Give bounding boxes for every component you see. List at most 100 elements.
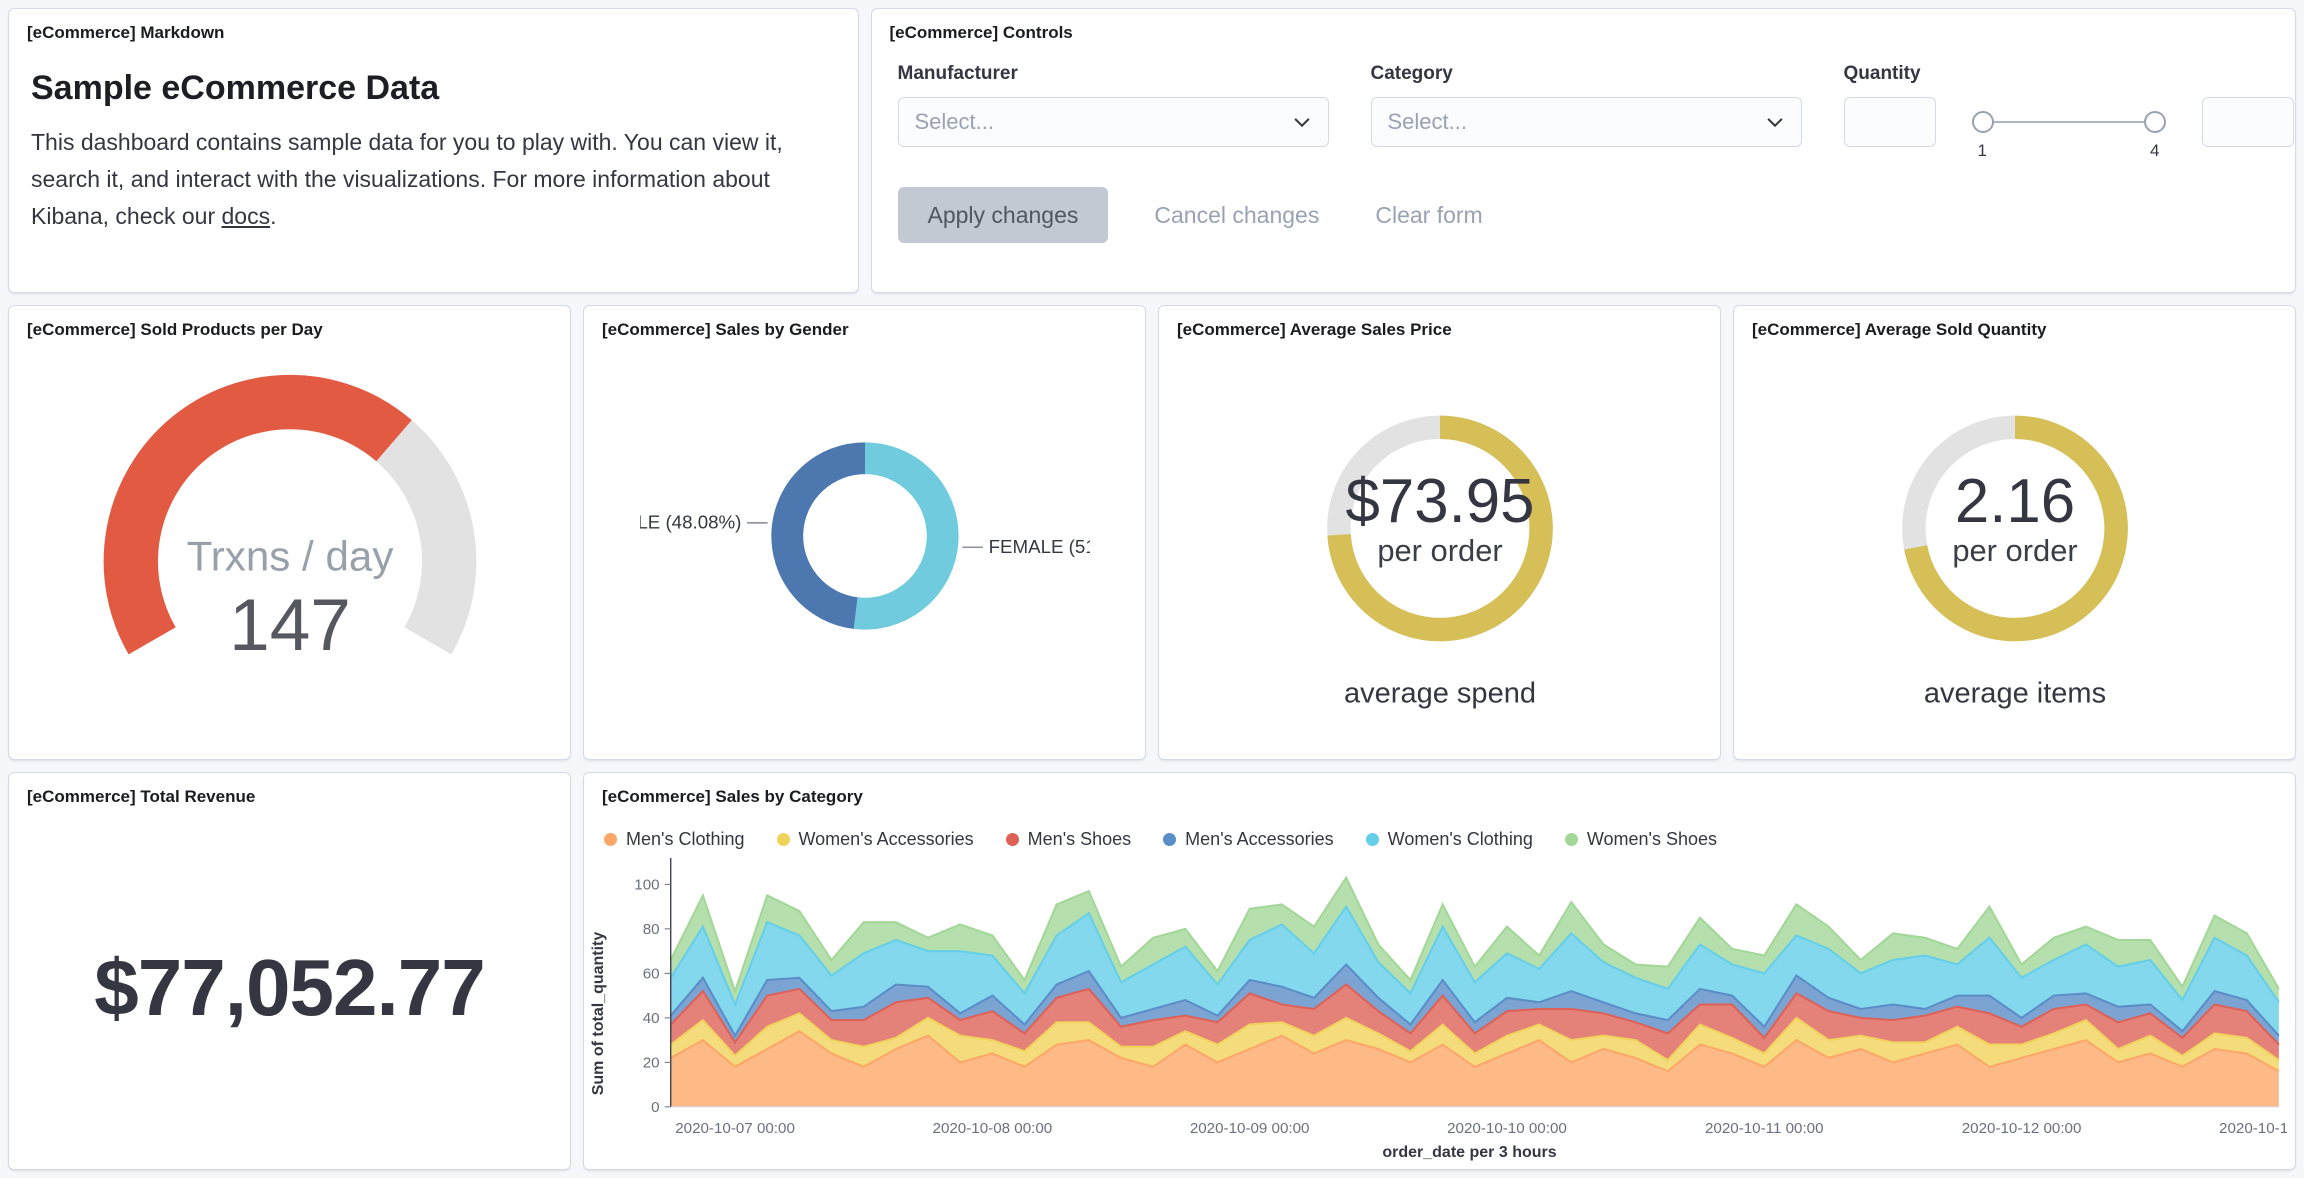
svg-text:20: 20 <box>643 1055 660 1072</box>
y-axis-title: Sum of total_quantity <box>590 932 607 1096</box>
docs-link[interactable]: docs <box>222 203 271 229</box>
legend-item[interactable]: Men's Accessories <box>1163 829 1334 850</box>
legend-item[interactable]: Women's Shoes <box>1564 829 1718 850</box>
svg-text:2020-10-10 00:00: 2020-10-10 00:00 <box>1447 1121 1567 1138</box>
chart-row: Sum of total_quantity 0 20 40 60 80 100 2020-1… <box>584 854 2295 1143</box>
chart-box: $73.95 per order average spend <box>1159 340 1720 759</box>
quantity-min-value: 1 <box>1977 141 1987 161</box>
svg-text:2020-10-09 00:00: 2020-10-09 00:00 <box>1190 1121 1310 1138</box>
goal-chart[interactable]: 2.16per order average items <box>1790 344 2240 756</box>
category-control: Category Select... <box>1370 63 1802 161</box>
svg-text:2020-10-08 00:00: 2020-10-08 00:00 <box>933 1121 1053 1138</box>
category-label: Category <box>1370 63 1453 85</box>
quantity-slider-handle-min[interactable] <box>1971 111 1994 134</box>
markdown-body: Sample eCommerce Data This dashboard con… <box>9 43 858 235</box>
legend-label: Men's Clothing <box>626 829 745 850</box>
quantity-max-value: 4 <box>2150 141 2160 161</box>
panel-sold-products-per-day: [eCommerce] Sold Products per Day Trxns … <box>8 305 571 760</box>
slider-track <box>1977 121 2160 124</box>
quantity-range-slider[interactable]: 1 4 <box>1971 97 2166 161</box>
legend-item[interactable]: Women's Accessories <box>776 829 974 850</box>
chevron-down-icon <box>1766 118 1783 128</box>
legend-label: Women's Shoes <box>1586 829 1718 850</box>
legend-dot-icon <box>1005 833 1019 847</box>
controls-row: Manufacturer Select... Category Select..… <box>897 63 2294 161</box>
svg-text:0: 0 <box>651 1099 659 1116</box>
manufacturer-label: Manufacturer <box>897 63 1018 85</box>
panel-markdown: [eCommerce] Markdown Sample eCommerce Da… <box>8 8 859 293</box>
chart-box: 2.16 per order average items <box>1734 340 2295 759</box>
svg-text:average spend: average spend <box>1344 677 1536 709</box>
kibana-dashboard: [eCommerce] Markdown Sample eCommerce Da… <box>0 0 2304 1178</box>
quantity-min-input[interactable] <box>1843 97 1936 148</box>
panel-controls: [eCommerce] Controls Manufacturer Select… <box>870 8 2296 293</box>
legend-item[interactable]: Women's Clothing <box>1365 829 1533 850</box>
markdown-text-end: . <box>270 203 277 230</box>
clear-form-button[interactable]: Clear form <box>1375 202 1482 229</box>
panel-title: [eCommerce] Total Revenue <box>27 787 256 806</box>
svg-text:$73.95: $73.95 <box>1345 467 1534 536</box>
total-revenue-value: $77,052.77 <box>94 943 485 1033</box>
svg-text:Trxns / day: Trxns / day <box>186 532 393 579</box>
controls-body: Manufacturer Select... Category Select..… <box>872 43 2296 244</box>
panel-title: [eCommerce] Markdown <box>27 23 225 42</box>
legend-dot-icon <box>1163 833 1177 847</box>
panel-title: [eCommerce] Average Sales Price <box>1177 320 1452 339</box>
svg-text:2020-10-11 00:00: 2020-10-11 00:00 <box>1705 1121 1824 1138</box>
svg-text:per order: per order <box>1377 533 1502 568</box>
quantity-row: 1 4 <box>1843 97 2294 161</box>
area-chart[interactable]: 0 20 40 60 80 100 2020-10-07 00:00 2020-10-08 0… <box>608 854 2287 1143</box>
category-placeholder: Select... <box>1387 109 1467 135</box>
chart-box: Trxns / day 147 <box>9 340 570 759</box>
quantity-slider-handle-max[interactable] <box>2143 111 2166 134</box>
svg-text:60: 60 <box>643 966 660 983</box>
panel-sales-by-category: [eCommerce] Sales by Category Men's Clot… <box>583 772 2296 1170</box>
legend-label: Women's Accessories <box>798 829 974 850</box>
panel-title: [eCommerce] Sales by Category <box>602 787 863 806</box>
panel-average-sales-price: [eCommerce] Average Sales Price $73.95 pe… <box>1158 305 1721 760</box>
panel-title: [eCommerce] Average Sold Quantity <box>1752 320 2047 339</box>
quantity-max-input[interactable] <box>2201 97 2294 148</box>
markdown-text: This dashboard contains sample data for … <box>31 129 783 230</box>
dashboard-grid: [eCommerce] Markdown Sample eCommerce Da… <box>0 0 2304 1178</box>
x-axis-title: order_date per 3 hours <box>1382 1143 1557 1161</box>
legend-item[interactable]: Men's Shoes <box>1005 829 1132 850</box>
panel-title: [eCommerce] Controls <box>889 23 1073 42</box>
legend-dot-icon <box>1365 833 1379 847</box>
legend-dot-icon <box>776 833 790 847</box>
svg-text:100: 100 <box>634 877 659 894</box>
apply-changes-button[interactable]: Apply changes <box>897 187 1109 244</box>
panel-total-revenue: [eCommerce] Total Revenue $77,052.77 <box>8 772 571 1170</box>
gauge-chart[interactable]: Trxns / day 147 <box>65 344 515 756</box>
manufacturer-placeholder: Select... <box>914 109 994 135</box>
svg-text:2.16: 2.16 <box>1954 467 2074 536</box>
panel-average-sold-quantity: [eCommerce] Average Sold Quantity 2.16 pe… <box>1733 305 2296 760</box>
controls-buttons: Apply changes Cancel changes Clear form <box>897 187 2270 244</box>
markdown-paragraph: This dashboard contains sample data for … <box>31 124 831 235</box>
quantity-label: Quantity <box>1843 63 1921 85</box>
legend-item[interactable]: Men's Clothing <box>604 829 745 850</box>
svg-text:average items: average items <box>1923 677 2105 709</box>
goal-chart[interactable]: $73.95per order average spend <box>1215 344 1665 756</box>
legend-label: Men's Shoes <box>1027 829 1132 850</box>
legend-dot-icon <box>1564 833 1578 847</box>
cancel-changes-button[interactable]: Cancel changes <box>1154 202 1319 229</box>
manufacturer-control: Manufacturer Select... <box>897 63 1329 161</box>
donut-chart[interactable]: FEMALE (51.92%) MALE (48.08%) <box>640 344 1090 756</box>
panel-title: [eCommerce] Sold Products per Day <box>27 320 323 339</box>
chart-legend: Men's Clothing Women's Accessories Men's S… <box>604 829 2295 850</box>
quantity-control: Quantity 1 4 <box>1843 63 2294 161</box>
svg-text:MALE (48.08%): MALE (48.08%) <box>640 511 741 532</box>
manufacturer-select[interactable]: Select... <box>897 97 1329 148</box>
svg-text:2020-10-07 00:00: 2020-10-07 00:00 <box>675 1121 795 1138</box>
panel-sales-by-gender: [eCommerce] Sales by Gender FEMALE (51.9… <box>583 305 1146 760</box>
svg-text:40: 40 <box>643 1010 660 1027</box>
legend-dot-icon <box>604 833 617 847</box>
svg-text:2020-10-12 00:00: 2020-10-12 00:00 <box>1962 1121 2082 1138</box>
svg-text:per order: per order <box>1952 533 2077 568</box>
svg-text:80: 80 <box>643 921 660 938</box>
chart-box: FEMALE (51.92%) MALE (48.08%) <box>584 340 1145 759</box>
legend-label: Men's Accessories <box>1185 829 1334 850</box>
category-select[interactable]: Select... <box>1370 97 1802 148</box>
panel-title: [eCommerce] Sales by Gender <box>602 320 849 339</box>
